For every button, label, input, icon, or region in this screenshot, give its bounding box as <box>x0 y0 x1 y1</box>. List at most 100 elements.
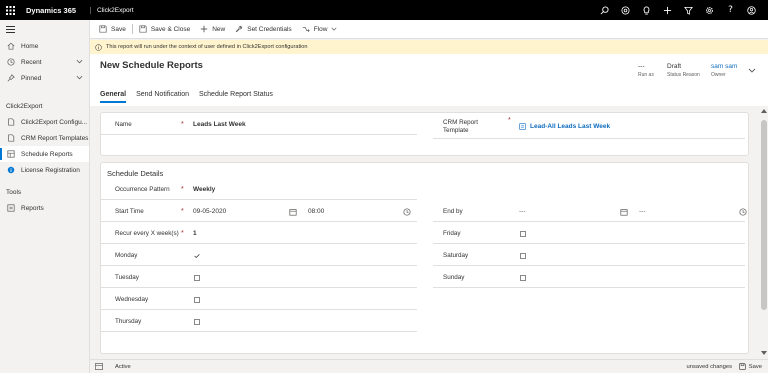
calendar-icon[interactable] <box>289 208 297 216</box>
app-name[interactable]: Click2Export <box>90 6 134 14</box>
unsaved-changes-text: unsaved changes <box>686 363 732 370</box>
wednesday-checkbox[interactable] <box>194 296 200 303</box>
chevron-down-icon[interactable] <box>76 75 83 82</box>
start-time-input[interactable]: 08:00 <box>308 208 324 215</box>
occurrence-pattern-field[interactable]: Occurrence Pattern * Weekly <box>101 180 417 200</box>
owner-link[interactable]: sam sam <box>711 63 737 70</box>
tuesday-field[interactable]: Tuesday <box>101 268 417 288</box>
run-as-label: Run as <box>638 72 654 78</box>
header-field-owner[interactable]: sam sam Owner <box>711 63 737 78</box>
document-icon <box>6 133 16 143</box>
recur-every-field[interactable]: Recur every X week(s) * 1 <box>101 224 417 244</box>
new-button[interactable]: New <box>195 20 230 39</box>
monday-field[interactable]: Monday <box>101 246 417 266</box>
recur-every-value[interactable]: 1 <box>193 230 197 237</box>
sidebar-item-home[interactable]: Home <box>0 38 89 54</box>
required-asterisk: * <box>181 186 184 193</box>
calendar-icon[interactable] <box>620 208 628 216</box>
required-asterisk: * <box>508 117 511 124</box>
sidebar-item-pinned[interactable]: Pinned <box>0 70 89 86</box>
sidebar-item-click2export-config[interactable]: Click2Export Configu... <box>0 114 89 130</box>
general-section: Name * Leads Last Week CRM Report Templat… <box>100 112 749 156</box>
expand-header-icon[interactable] <box>748 68 756 75</box>
save-icon <box>99 25 107 33</box>
end-by-field[interactable]: End by --- --- <box>433 202 747 222</box>
sidebar-item-label: Recent <box>21 58 42 66</box>
start-date-input[interactable]: 09-05-2020 <box>193 208 226 215</box>
end-date-input[interactable]: --- <box>519 208 526 215</box>
friday-field[interactable]: Friday <box>433 224 745 244</box>
help-icon[interactable]: ? <box>720 0 741 20</box>
monday-checkbox[interactable] <box>194 252 200 259</box>
saturday-field[interactable]: Saturday <box>433 246 745 266</box>
hamburger-icon[interactable] <box>0 20 89 38</box>
end-time-input[interactable]: --- <box>639 208 646 215</box>
name-value[interactable]: Leads Last Week <box>193 121 246 128</box>
sidebar-item-license-registration[interactable]: License Registration <box>0 162 89 178</box>
chevron-down-icon[interactable] <box>76 59 83 66</box>
occurrence-pattern-value[interactable]: Weekly <box>193 186 215 193</box>
save-close-button[interactable]: Save & Close <box>134 20 195 39</box>
friday-checkbox[interactable] <box>520 230 526 237</box>
tuesday-checkbox[interactable] <box>194 274 200 281</box>
name-field[interactable]: Name * Leads Last Week <box>101 115 417 135</box>
sidebar-item-label: License Registration <box>21 166 80 174</box>
monday-label: Monday <box>115 252 138 259</box>
filter-icon[interactable] <box>678 0 699 20</box>
footer-save-button[interactable]: Save <box>739 363 762 370</box>
sidebar-item-recent[interactable]: Recent <box>0 54 89 70</box>
clock-icon[interactable] <box>403 207 411 216</box>
tab-send-notification[interactable]: Send Notification <box>136 91 189 103</box>
sidebar-item-label: Reports <box>21 204 44 212</box>
thursday-field[interactable]: Thursday <box>101 312 417 332</box>
header-field-run-as[interactable]: --- Run as <box>638 63 654 78</box>
info-icon <box>95 43 102 51</box>
section-title: Schedule Details <box>107 169 164 178</box>
app-launcher-icon[interactable] <box>0 0 20 20</box>
start-time-field[interactable]: Start Time * 09-05-2020 08:00 <box>101 202 417 222</box>
scroll-up-icon[interactable] <box>761 108 767 115</box>
crm-report-template-link[interactable]: Lead-All Leads Last Week <box>530 123 610 130</box>
new-label: New <box>212 25 226 33</box>
tab-general[interactable]: General <box>100 91 127 103</box>
popout-icon[interactable] <box>95 363 103 370</box>
tab-schedule-report-status[interactable]: Schedule Report Status <box>199 91 273 103</box>
sidebar-item-schedule-reports[interactable]: Schedule Reports <box>0 146 89 162</box>
brand-title[interactable]: Dynamics 365 <box>26 6 76 15</box>
sunday-field[interactable]: Sunday <box>433 268 745 288</box>
wednesday-label: Wednesday <box>115 296 149 303</box>
save-button[interactable]: Save <box>94 20 131 39</box>
lightbulb-icon[interactable] <box>636 0 657 20</box>
wednesday-field[interactable]: Wednesday <box>101 290 417 310</box>
top-bar: Dynamics 365 Click2Export ? <box>0 0 768 20</box>
thursday-checkbox[interactable] <box>194 318 200 325</box>
document-icon <box>6 117 16 127</box>
sunday-checkbox[interactable] <box>520 274 526 281</box>
occurrence-pattern-label: Occurrence Pattern <box>115 186 170 193</box>
flow-button[interactable]: Flow <box>297 20 343 39</box>
schedule-details-section: Schedule Details Occurrence Pattern * We… <box>100 162 749 354</box>
search-icon[interactable] <box>594 0 615 20</box>
gear-icon[interactable] <box>699 0 720 20</box>
form-content: Name * Leads Last Week CRM Report Templat… <box>90 106 760 359</box>
sidebar-item-label: Click2Export Configu... <box>21 118 88 126</box>
header-field-status[interactable]: Draft Status Reason <box>667 63 700 78</box>
grid-icon <box>6 149 16 159</box>
scroll-down-icon[interactable] <box>761 350 767 357</box>
target-icon[interactable] <box>615 0 636 20</box>
saturday-checkbox[interactable] <box>520 252 526 259</box>
info-notification-bar: This report will run under the context o… <box>90 40 768 54</box>
user-icon[interactable] <box>741 0 762 20</box>
plus-icon[interactable] <box>657 0 678 20</box>
save-label: Save <box>111 25 126 33</box>
scrollbar-thumb[interactable] <box>761 120 767 310</box>
sunday-label: Sunday <box>443 274 465 281</box>
clock-icon[interactable] <box>739 207 747 216</box>
save-icon <box>739 363 746 370</box>
crm-report-template-field[interactable]: CRM Report Template * Lead-All Leads Last… <box>433 115 745 139</box>
owner-label: Owner <box>711 72 726 78</box>
vertical-scrollbar[interactable] <box>760 106 768 359</box>
set-credentials-button[interactable]: Set Credentials <box>230 20 296 39</box>
sidebar-item-crm-report-templates[interactable]: CRM Report Templates <box>0 130 89 146</box>
sidebar-item-reports[interactable]: Reports <box>0 200 89 216</box>
